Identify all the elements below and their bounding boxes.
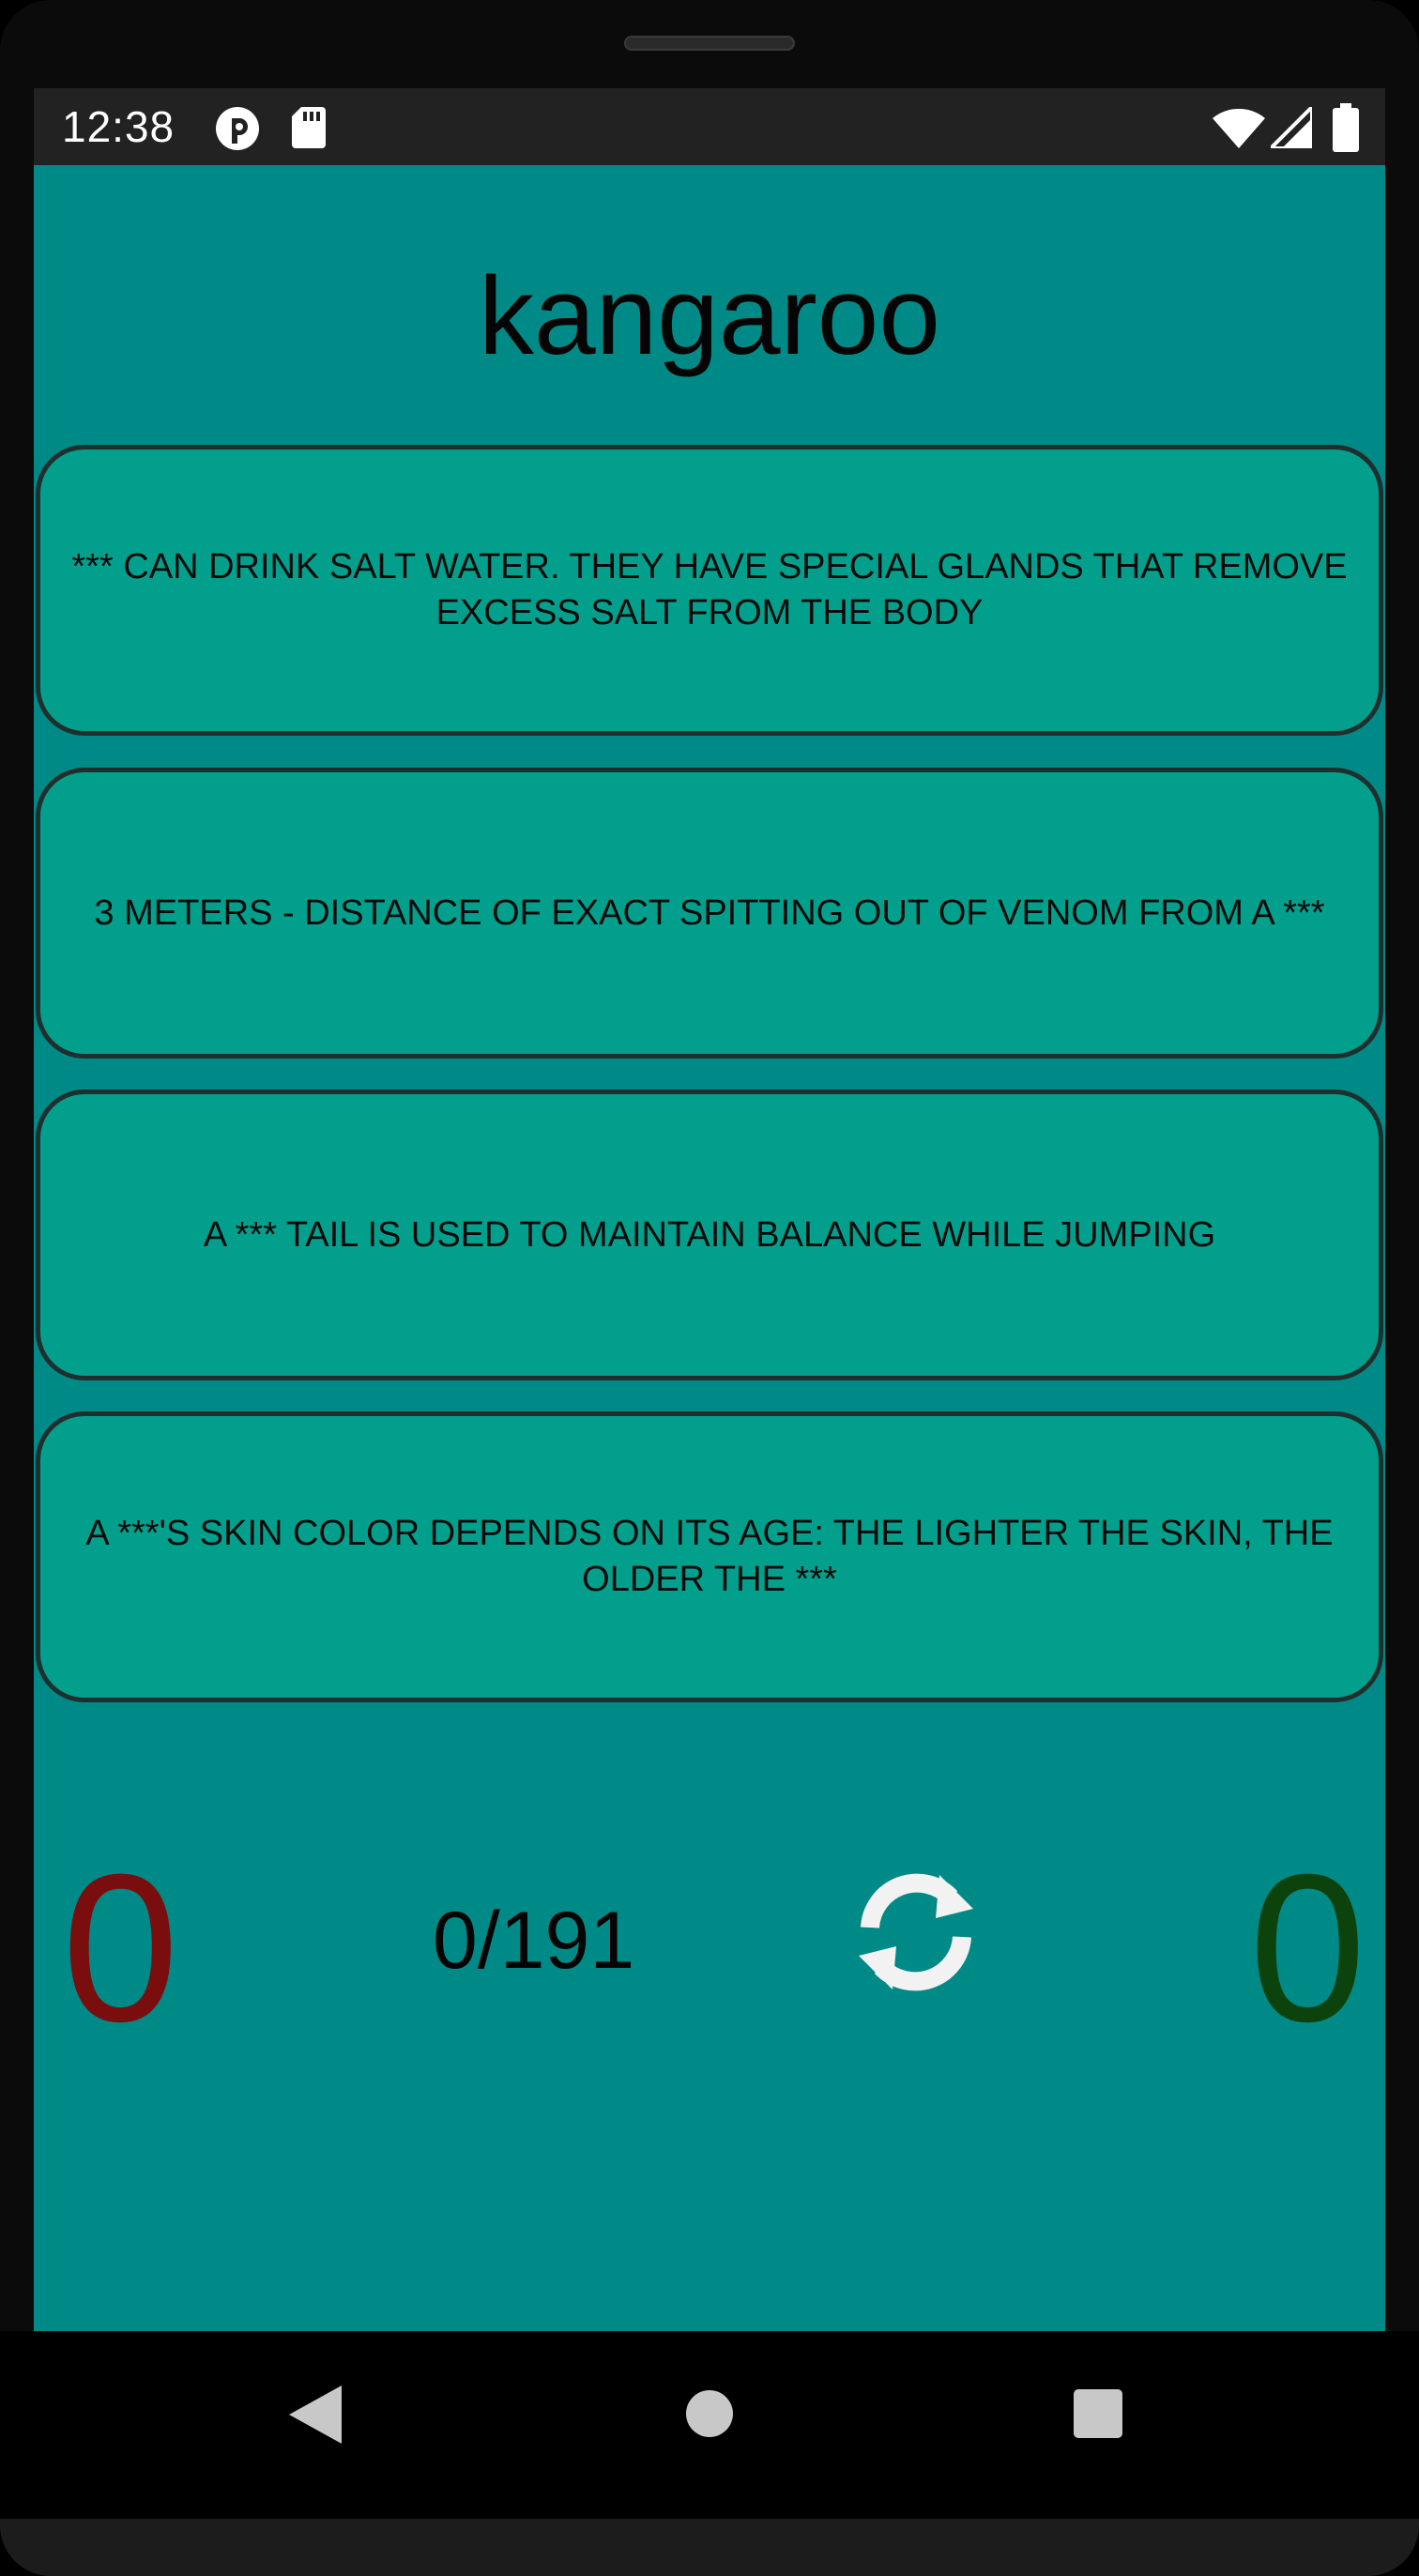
sd-card-icon: [292, 107, 326, 153]
fact-option-button[interactable]: A ***'s skin color depends on its age: t…: [36, 1411, 1383, 1702]
status-time: 12:38: [62, 102, 175, 151]
earpiece-speaker: [624, 36, 795, 51]
fact-option-label: A ***'s skin color depends on its age: t…: [85, 1514, 1334, 1599]
question-progress: 0/191: [433, 1896, 635, 1986]
refresh-icon: [859, 1873, 973, 1991]
fact-option-label: A *** tail is used to maintain balance w…: [203, 1214, 1216, 1255]
fact-option-button[interactable]: A *** tail is used to maintain balance w…: [36, 1090, 1383, 1380]
bottom-bezel: [0, 2519, 1419, 2576]
fact-option-label: *** can drink salt water. They have spec…: [71, 547, 1348, 633]
cell-signal-icon: [1266, 102, 1314, 153]
wrong-answers-score: 0: [62, 1831, 179, 2065]
recents-icon[interactable]: [1074, 2389, 1122, 2443]
correct-answers-score: 0: [1249, 1831, 1366, 2065]
fact-option-button[interactable]: 3 meters - distance of exact spitting ou…: [36, 768, 1383, 1059]
home-icon[interactable]: [686, 2390, 733, 2442]
app-screen: 12:38 kangaroo *** CAN DRINK SALT WATER.…: [34, 88, 1385, 2331]
phone-frame: 12:38 kangaroo *** CAN DRINK SALT WATER.…: [0, 0, 1419, 2576]
status-bar: 12:38: [34, 88, 1385, 165]
fact-option-button[interactable]: *** can drink salt water. They have spec…: [36, 445, 1383, 736]
system-navigation-bar: [0, 2331, 1419, 2519]
battery-icon: [1333, 103, 1359, 157]
app-notification-icon: [214, 105, 261, 157]
refresh-button[interactable]: [846, 1862, 986, 2003]
fact-option-label: 3 meters - distance of exact spitting ou…: [94, 892, 1325, 933]
back-icon[interactable]: [289, 2385, 342, 2448]
quiz-title: kangaroo: [478, 254, 941, 378]
wifi-icon: [1213, 108, 1265, 153]
